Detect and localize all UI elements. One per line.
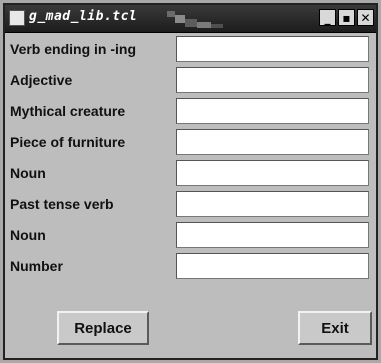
form-row-mythical-creature: Mythical creature [8, 98, 369, 126]
minimize-button[interactable]: _ [319, 9, 336, 26]
noun-input-2[interactable] [176, 222, 369, 248]
noun-input-1[interactable] [176, 160, 369, 186]
past-tense-verb-input[interactable] [176, 191, 369, 217]
window-title: g_mad_lib.tcl [29, 9, 138, 24]
field-label: Verb ending in -ing [10, 41, 136, 57]
form-row-adjective: Adjective [8, 67, 369, 95]
verb-ing-input[interactable] [176, 36, 369, 62]
field-label: Mythical creature [10, 103, 126, 119]
form-row-noun-1: Noun [8, 160, 369, 188]
window-menu-icon[interactable] [9, 10, 25, 26]
mythical-creature-input[interactable] [176, 98, 369, 124]
adjective-input[interactable] [176, 67, 369, 93]
form-row-noun-2: Noun [8, 222, 369, 250]
exit-button[interactable]: Exit [298, 311, 372, 345]
form-row-number: Number [8, 253, 369, 281]
form-row-verb-ing: Verb ending in -ing [8, 36, 369, 64]
close-button[interactable]: ✕ [357, 9, 374, 26]
title-bar[interactable]: g_mad_lib.tcl _ ▪ ✕ [5, 5, 376, 33]
field-label: Past tense verb [10, 196, 114, 212]
field-label: Piece of furniture [10, 134, 126, 150]
replace-button[interactable]: Replace [57, 311, 149, 345]
maximize-button[interactable]: ▪ [338, 9, 355, 26]
form-row-furniture: Piece of furniture [8, 129, 369, 157]
form-row-past-tense-verb: Past tense verb [8, 191, 369, 219]
field-label: Noun [10, 165, 46, 181]
field-label: Noun [10, 227, 46, 243]
field-label: Adjective [10, 72, 73, 88]
number-input[interactable] [176, 253, 369, 279]
furniture-input[interactable] [176, 129, 369, 155]
title-decoration-icon [167, 11, 223, 28]
field-label: Number [10, 258, 63, 274]
